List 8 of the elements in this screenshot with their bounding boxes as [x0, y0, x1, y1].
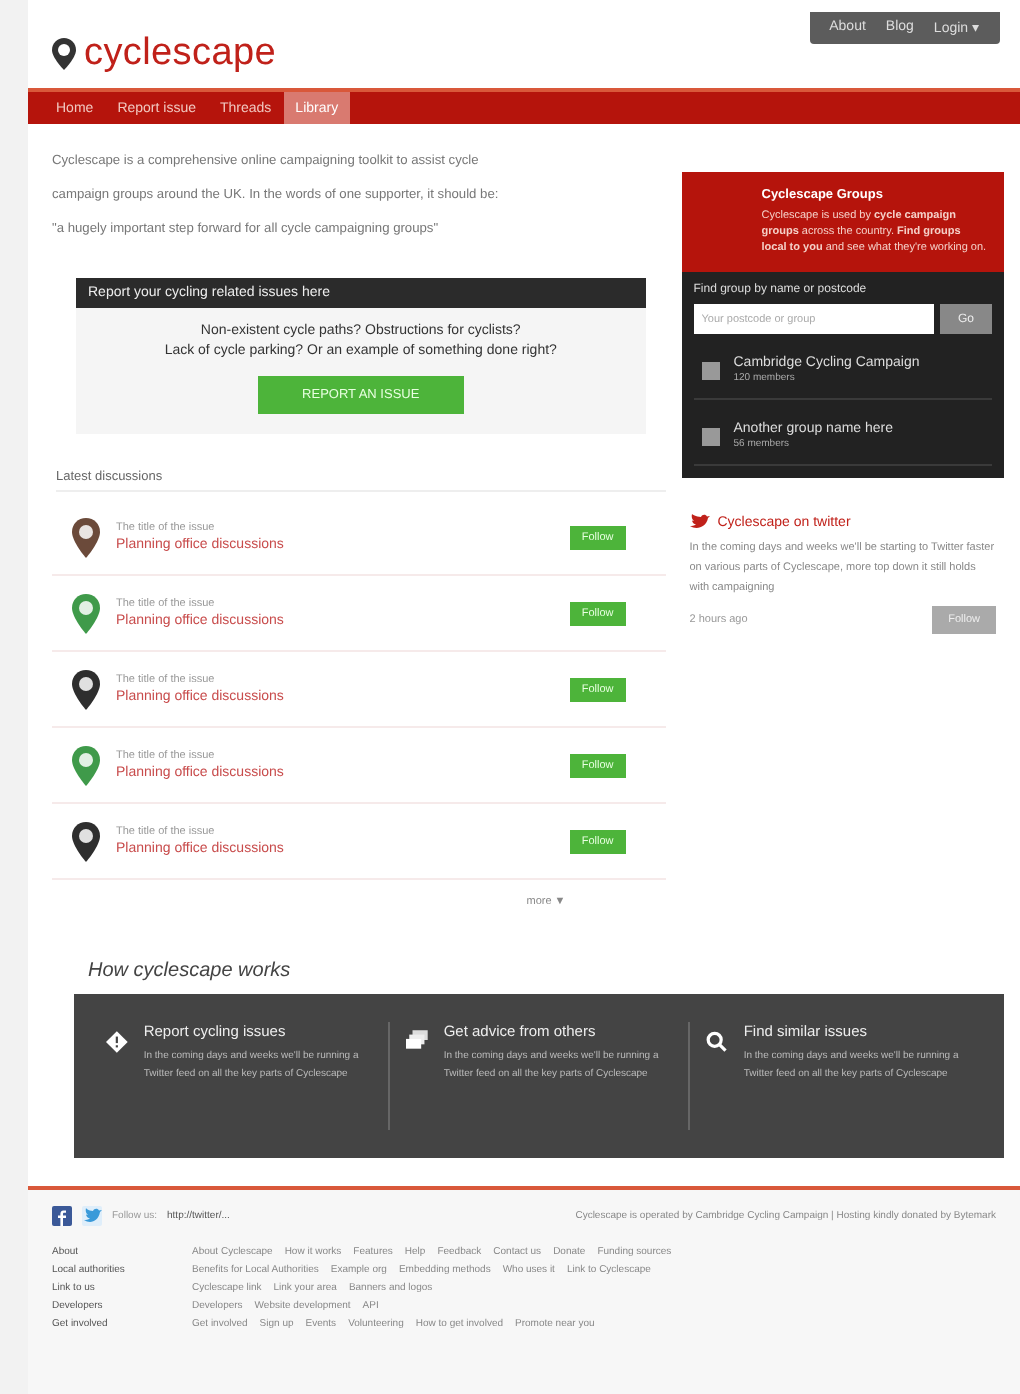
bird-icon[interactable]	[82, 1206, 102, 1226]
facebook-icon[interactable]	[52, 1206, 72, 1226]
group-thumbnail	[701, 427, 720, 445]
bird-icon	[689, 514, 710, 530]
section-heading: How cyclescape works	[88, 960, 293, 982]
group-thumbnail	[701, 361, 720, 379]
logo-pin-icon	[52, 38, 76, 70]
logo-text: cyclescape	[84, 32, 276, 76]
